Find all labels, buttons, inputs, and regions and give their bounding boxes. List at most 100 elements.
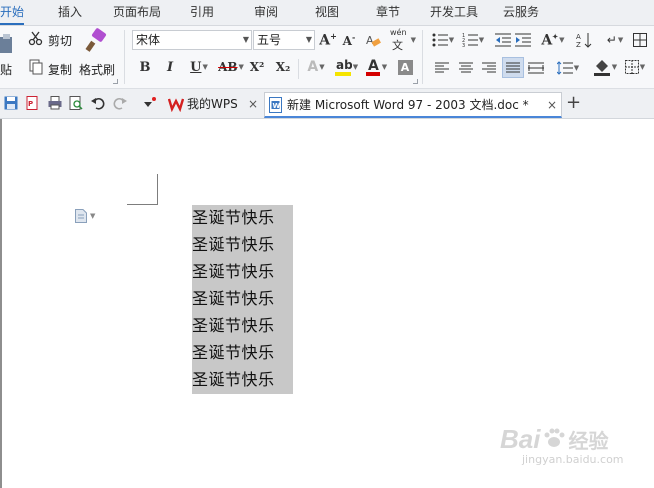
close-icon[interactable]: ×	[547, 93, 557, 117]
align-center-icon[interactable]	[458, 60, 474, 76]
highlight-icon[interactable]: ab ▼	[332, 56, 360, 78]
align-left-icon[interactable]	[434, 60, 450, 76]
document-line[interactable]: 圣诞节快乐	[192, 231, 275, 258]
separator	[298, 59, 299, 79]
clear-format-icon[interactable]: A	[364, 31, 382, 49]
new-tab-button[interactable]: +	[566, 91, 581, 115]
underline-button[interactable]: U ▼	[185, 58, 213, 76]
menu-tab-references[interactable]: 引用	[190, 0, 214, 25]
grow-font-icon[interactable]: A+	[319, 31, 337, 49]
menu-bar: 开始 插入 页面布局 引用 审阅 视图 章节 开发工具 云服务	[0, 0, 654, 26]
baidu-jingyan-watermark: Bai 经验 jingyan.baidu.com	[500, 424, 624, 466]
line-spacing-icon[interactable]: ▼	[554, 59, 582, 77]
pinyin-glyph: 文	[392, 39, 403, 52]
document-line[interactable]: 圣诞节快乐	[192, 204, 275, 231]
copy-icon[interactable]	[28, 59, 44, 75]
numbered-list-icon[interactable]: 1 2 3 ▼	[460, 31, 486, 49]
text-effect-icon[interactable]: A ▼	[303, 58, 329, 76]
document-line[interactable]: 圣诞节快乐	[192, 366, 275, 393]
tab-my-wps-label: 我的WPS	[187, 97, 238, 111]
distribute-icon[interactable]	[527, 60, 545, 76]
doc-file-icon: W	[269, 97, 283, 121]
format-painter-button[interactable]: 格式刷	[79, 61, 115, 78]
scissors-icon[interactable]	[28, 30, 44, 46]
separator	[124, 30, 125, 84]
chevron-down-icon: ▼	[238, 63, 244, 71]
menu-tab-review[interactable]: 审阅	[254, 0, 278, 25]
print-icon[interactable]	[48, 96, 62, 110]
borders-icon[interactable]: ▼	[621, 58, 649, 76]
font-size-combo[interactable]: 五号 ▼	[253, 30, 315, 50]
save-icon[interactable]	[4, 96, 18, 110]
watermark-brand-suffix: 经验	[568, 429, 609, 453]
show-marks-icon[interactable]: ↵ ▼	[602, 30, 628, 50]
superscript-button[interactable]: X²	[246, 58, 268, 76]
svg-text:A: A	[368, 58, 379, 74]
bold-button[interactable]: B	[137, 58, 153, 76]
shading-icon[interactable]: ▼	[590, 57, 620, 77]
font-name-value: 宋体	[136, 33, 161, 47]
shrink-font-icon[interactable]: A-	[340, 31, 358, 49]
align-right-icon[interactable]	[481, 60, 497, 76]
chevron-down-icon: ▼	[381, 63, 388, 71]
svg-text:ab: ab	[336, 58, 352, 72]
svg-text:W: W	[273, 102, 281, 110]
document-line[interactable]: 圣诞节快乐	[192, 258, 275, 285]
font-dialog-launcher[interactable]	[413, 79, 418, 84]
copy-button[interactable]: 复制	[48, 61, 72, 78]
table-border-icon[interactable]	[631, 30, 649, 50]
decrease-indent-icon[interactable]	[494, 31, 512, 49]
chevron-down-icon: ▼	[352, 63, 359, 71]
watermark-url: jingyan.baidu.com	[522, 453, 624, 466]
pinyin-small: wén	[390, 28, 407, 37]
strikethrough-button[interactable]: AB ▼	[216, 58, 246, 76]
format-painter-icon[interactable]	[84, 28, 110, 54]
chevron-down-icon: ▼	[202, 63, 208, 71]
italic-button[interactable]: I	[162, 58, 178, 76]
tab-my-wps[interactable]: 我的WPS ×	[164, 92, 262, 118]
close-icon[interactable]: ×	[248, 92, 258, 116]
tab-document-label: 新建 Microsoft Word 97 - 2003 文档.doc *	[287, 98, 529, 112]
document-tab-bar: P 我的WPS × W 新建 Microsoft Word 97 - 2003 …	[0, 89, 654, 119]
sort-icon[interactable]: AZ	[574, 30, 594, 50]
customize-toolbar-icon[interactable]	[142, 96, 156, 110]
watermark-brand: Bai	[500, 424, 541, 454]
document-line[interactable]: 圣诞节快乐	[192, 285, 275, 312]
font-color-icon[interactable]: A ▼	[362, 56, 390, 78]
menu-tab-cloud[interactable]: 云服务	[503, 0, 539, 25]
paw-icon	[542, 426, 566, 453]
subscript-button[interactable]: X₂	[272, 58, 294, 76]
pinyin-guide-icon[interactable]: wén 文 ▼	[388, 28, 416, 52]
menu-tab-home[interactable]: 开始	[0, 0, 25, 25]
document-canvas[interactable]: ▼ 圣诞节快乐 圣诞节快乐 圣诞节快乐 圣诞节快乐 圣诞节快乐 圣诞节快乐 圣诞…	[0, 119, 654, 488]
separator	[422, 30, 423, 84]
chevron-down-icon: ▼	[410, 36, 416, 44]
chevron-down-icon: ▼	[305, 35, 312, 44]
clipboard-dialog-launcher[interactable]	[113, 79, 118, 84]
tab-current-document[interactable]: W 新建 Microsoft Word 97 - 2003 文档.doc * ×	[264, 92, 562, 118]
char-shading-icon[interactable]: A	[396, 58, 414, 76]
cut-button[interactable]: 剪切	[48, 32, 72, 49]
menu-tab-page-layout[interactable]: 页面布局	[113, 0, 161, 25]
undo-icon[interactable]	[91, 96, 105, 110]
document-line[interactable]: 圣诞节快乐	[192, 312, 275, 339]
bullet-list-icon[interactable]: ▼	[430, 31, 456, 49]
ribbon-toolbar: 贴 剪切 复制 格式刷 宋体 ▼ 五号 ▼ A+ A- A wén 文 ▼ B …	[0, 26, 654, 89]
menu-tab-view[interactable]: 视图	[315, 0, 339, 25]
font-name-combo[interactable]: 宋体 ▼	[132, 30, 252, 50]
increase-indent-icon[interactable]	[514, 31, 532, 49]
print-preview-icon[interactable]	[69, 96, 83, 110]
document-line[interactable]: 圣诞节快乐	[192, 339, 275, 366]
svg-text:Z: Z	[576, 41, 581, 48]
paste-label[interactable]: 贴	[0, 61, 12, 78]
menu-tab-insert[interactable]: 插入	[58, 0, 82, 25]
paste-icon[interactable]	[0, 30, 14, 56]
page-left-edge	[0, 119, 2, 488]
paragraph-options-icon[interactable]: ▼	[75, 209, 95, 223]
change-case-icon[interactable]: A✦ ▼	[538, 30, 568, 50]
redo-icon[interactable]	[113, 96, 127, 110]
export-pdf-icon[interactable]: P	[26, 96, 40, 110]
justify-icon[interactable]	[502, 57, 524, 78]
menu-tab-developer[interactable]: 开发工具	[430, 0, 478, 25]
menu-tab-chapter[interactable]: 章节	[376, 0, 400, 25]
